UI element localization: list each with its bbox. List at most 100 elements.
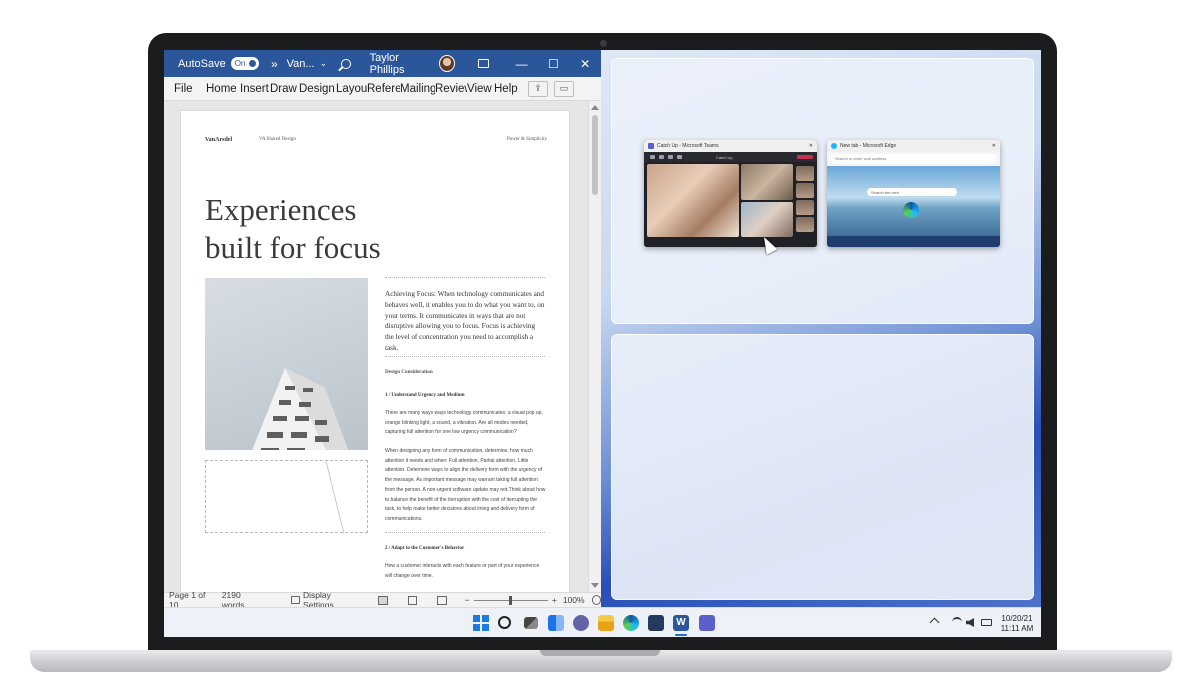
- zoom-in-button[interactable]: +: [552, 595, 557, 605]
- thumbnail-close-icon[interactable]: ✕: [809, 143, 813, 149]
- teams-leave-button[interactable]: [797, 155, 813, 159]
- divider: [385, 277, 545, 278]
- web-layout-icon[interactable]: [437, 595, 447, 605]
- print-layout-icon[interactable]: [407, 595, 418, 605]
- body-paragraph: How a customer interacts with each featu…: [385, 563, 540, 579]
- document-canvas[interactable]: VanArsdel VA Shared Design Power & Simpl…: [164, 101, 601, 592]
- tab-mailings[interactable]: Mailings: [400, 83, 435, 95]
- volume-icon[interactable]: [966, 618, 974, 627]
- tab-home[interactable]: Home: [206, 83, 240, 95]
- subsection-title: 1 / Understand Urgency and Medium: [385, 393, 465, 398]
- edge-app-icon: [831, 143, 837, 149]
- teams-camera-icon[interactable]: [650, 155, 655, 159]
- word-window: AutoSave On » Van... ⌄ Taylor Phillips —…: [164, 50, 602, 610]
- webcam: [600, 40, 607, 47]
- edge-thumbnail-titlebar: New tab - Microsoft Edge ✕: [827, 140, 1000, 152]
- word-titlebar: AutoSave On » Van... ⌄ Taylor Phillips —…: [164, 50, 601, 77]
- clock[interactable]: 10/20/21 11:11 AM: [999, 614, 1035, 634]
- thumbnail-close-icon[interactable]: ✕: [992, 143, 996, 149]
- teams-mic-icon[interactable]: [659, 155, 664, 159]
- teams-window-thumbnail[interactable]: Catch Up - Microsoft Teams ✕ Catch Up: [644, 140, 817, 247]
- share-icon[interactable]: ⇪: [528, 80, 548, 97]
- participant-thumb: [796, 200, 814, 215]
- teams-share-icon[interactable]: [668, 155, 673, 159]
- headline-line: built for focus: [205, 230, 381, 265]
- wifi-icon[interactable]: [952, 617, 962, 627]
- battery-icon[interactable]: [981, 619, 992, 626]
- tab-draw[interactable]: Draw: [270, 83, 299, 95]
- teams-call-view: Catch Up: [644, 152, 817, 247]
- header-brand: VanArsdel: [205, 137, 233, 143]
- tab-design[interactable]: Design: [299, 83, 336, 95]
- snap-zone-bottom[interactable]: [611, 334, 1034, 600]
- tab-view[interactable]: View: [467, 83, 494, 95]
- chat-icon[interactable]: [573, 615, 589, 631]
- video-tile-man: [741, 164, 793, 200]
- edge-thumbnail-title: New tab - Microsoft Edge: [840, 143, 897, 149]
- zoom-level[interactable]: 100%: [563, 595, 585, 605]
- edge-icon[interactable]: [623, 615, 639, 631]
- edge-window-thumbnail[interactable]: New tab - Microsoft Edge ✕ Search or ent…: [827, 140, 1000, 247]
- document-page[interactable]: VanArsdel VA Shared Design Power & Simpl…: [181, 111, 569, 592]
- placeholder-line: [325, 460, 345, 535]
- search-icon[interactable]: [341, 58, 351, 69]
- minimize-button[interactable]: —: [506, 57, 538, 71]
- file-explorer-icon[interactable]: [598, 615, 614, 631]
- start-icon[interactable]: [473, 615, 489, 631]
- user-name[interactable]: Taylor Phillips: [370, 52, 433, 76]
- ribbon-tabs: File Home Insert Draw Design Layout Refe…: [164, 77, 601, 101]
- maximize-button[interactable]: ☐: [538, 57, 570, 71]
- zoom-slider[interactable]: [473, 595, 548, 605]
- tab-references[interactable]: References: [367, 83, 400, 95]
- comment-icon[interactable]: ▭: [554, 80, 574, 97]
- close-button[interactable]: ✕: [569, 57, 601, 71]
- tab-layout[interactable]: Layout: [336, 83, 367, 95]
- tab-help[interactable]: Help: [494, 83, 522, 95]
- screen: Catch Up - Microsoft Teams ✕ Catch Up Ne…: [164, 50, 1041, 637]
- edge-background-image: Search the web: [827, 166, 1000, 236]
- participant-thumb: [796, 166, 814, 181]
- teams-more-icon[interactable]: [677, 155, 682, 159]
- ribbon-display-icon[interactable]: [478, 59, 489, 68]
- autosave-toggle[interactable]: On: [230, 57, 259, 70]
- tab-review[interactable]: Review: [435, 83, 467, 95]
- word-icon[interactable]: W: [673, 615, 689, 631]
- document-name[interactable]: Van...: [287, 58, 315, 70]
- toggle-knob: [248, 60, 256, 67]
- scroll-up-icon[interactable]: [591, 105, 599, 110]
- teams-thumbnail-title: Catch Up - Microsoft Teams: [657, 143, 719, 149]
- chevron-down-icon[interactable]: ⌄: [320, 58, 328, 69]
- autosave-state: On: [234, 59, 246, 68]
- status-bar: Page 1 of 10 2190 words Display Settings…: [164, 590, 602, 610]
- vertical-scrollbar[interactable]: [588, 101, 601, 592]
- tab-insert[interactable]: Insert: [240, 83, 270, 95]
- scroll-down-icon[interactable]: [591, 583, 599, 588]
- chevron-up-icon[interactable]: [929, 617, 940, 628]
- body-paragraph: When designing any form of communication…: [385, 448, 546, 522]
- edge-logo-icon: [903, 202, 919, 218]
- header-subtitle: VA Shared Design: [259, 137, 296, 142]
- more-commands-icon[interactable]: »: [271, 57, 278, 71]
- fit-page-icon[interactable]: [591, 595, 602, 605]
- task-view-icon[interactable]: [524, 617, 538, 629]
- taskbar: W 10/20/21 11:11 AM: [164, 607, 1041, 637]
- focus-view-icon[interactable]: [378, 595, 388, 605]
- tab-file[interactable]: File: [174, 83, 206, 95]
- clock-date: 10/20/21: [1001, 614, 1033, 623]
- edge-address-bar: Search or enter web address: [831, 154, 996, 163]
- search-icon[interactable]: [498, 616, 511, 629]
- teams-app-icon: [648, 143, 654, 149]
- teams-icon[interactable]: [699, 615, 715, 631]
- store-icon[interactable]: [648, 615, 664, 631]
- edge-news-bar: [827, 236, 1000, 247]
- divider: [385, 356, 545, 357]
- participant-thumb: [796, 183, 814, 198]
- zoom-slider-knob[interactable]: [509, 595, 513, 605]
- participant-thumb: [796, 217, 814, 232]
- scroll-thumb[interactable]: [592, 115, 598, 195]
- teams-meeting-label: Catch Up: [716, 154, 733, 160]
- intro-paragraph: Achieving Focus: When technology communi…: [385, 290, 545, 352]
- zoom-out-button[interactable]: −: [465, 595, 470, 605]
- widgets-icon[interactable]: [548, 615, 564, 631]
- avatar[interactable]: [439, 55, 456, 72]
